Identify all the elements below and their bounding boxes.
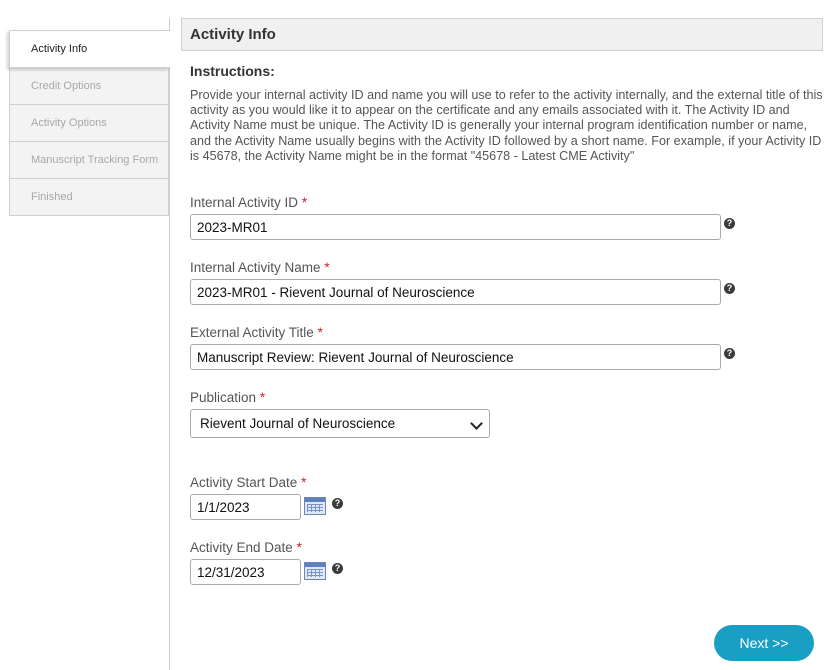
external-activity-title-input[interactable] xyxy=(190,344,721,370)
publication-selected-value: Rievent Journal of Neuroscience xyxy=(200,416,396,431)
required-mark: * xyxy=(296,540,302,555)
activity-start-date-input[interactable] xyxy=(190,494,301,520)
publication-label: Publication * xyxy=(190,390,266,405)
help-icon[interactable]: ? xyxy=(332,498,343,509)
internal-activity-name-input[interactable] xyxy=(190,279,721,305)
required-mark: * xyxy=(301,475,307,490)
sidebar-divider xyxy=(169,18,170,670)
page-title: Activity Info xyxy=(190,26,276,43)
required-mark: * xyxy=(324,260,330,275)
sidebar-nav: Activity Info Credit Options Activity Op… xyxy=(9,30,170,216)
sidebar-item-label: Credit Options xyxy=(31,80,102,92)
calendar-icon[interactable] xyxy=(304,497,326,515)
required-mark: * xyxy=(317,325,323,340)
internal-activity-name-label: Internal Activity Name * xyxy=(190,260,330,275)
activity-end-date-input[interactable] xyxy=(190,559,301,585)
external-activity-title-label: External Activity Title * xyxy=(190,325,323,340)
sidebar-item-credit-options[interactable]: Credit Options xyxy=(9,68,169,105)
internal-activity-id-label: Internal Activity ID * xyxy=(190,195,308,210)
next-button[interactable]: Next >> xyxy=(714,625,814,661)
sidebar-item-label: Manuscript Tracking Form xyxy=(31,154,159,166)
publication-select[interactable]: Rievent Journal of Neuroscience xyxy=(190,409,490,438)
instructions-title: Instructions: xyxy=(190,63,275,79)
instructions-text: Provide your internal activity ID and na… xyxy=(190,88,823,163)
sidebar-item-finished[interactable]: Finished xyxy=(9,179,169,216)
sidebar-item-label: Finished xyxy=(31,191,73,203)
internal-activity-id-input[interactable] xyxy=(190,214,721,240)
chevron-down-icon xyxy=(470,417,483,430)
calendar-icon[interactable] xyxy=(304,562,326,580)
activity-end-date-label: Activity End Date * xyxy=(190,540,302,555)
sidebar-item-activity-info[interactable]: Activity Info xyxy=(9,30,170,68)
sidebar-item-label: Activity Options xyxy=(31,117,107,129)
activity-start-date-label: Activity Start Date * xyxy=(190,475,307,490)
required-mark: * xyxy=(301,195,308,210)
help-icon[interactable]: ? xyxy=(724,283,735,294)
required-mark: * xyxy=(259,390,266,405)
sidebar-item-activity-options[interactable]: Activity Options xyxy=(9,105,169,142)
help-icon[interactable]: ? xyxy=(724,218,735,229)
help-icon[interactable]: ? xyxy=(724,348,735,359)
help-icon[interactable]: ? xyxy=(332,563,343,574)
sidebar-item-manuscript-tracking-form[interactable]: Manuscript Tracking Form xyxy=(9,142,169,179)
page-title-bar: Activity Info xyxy=(181,18,823,51)
sidebar-item-label: Activity Info xyxy=(31,43,88,55)
